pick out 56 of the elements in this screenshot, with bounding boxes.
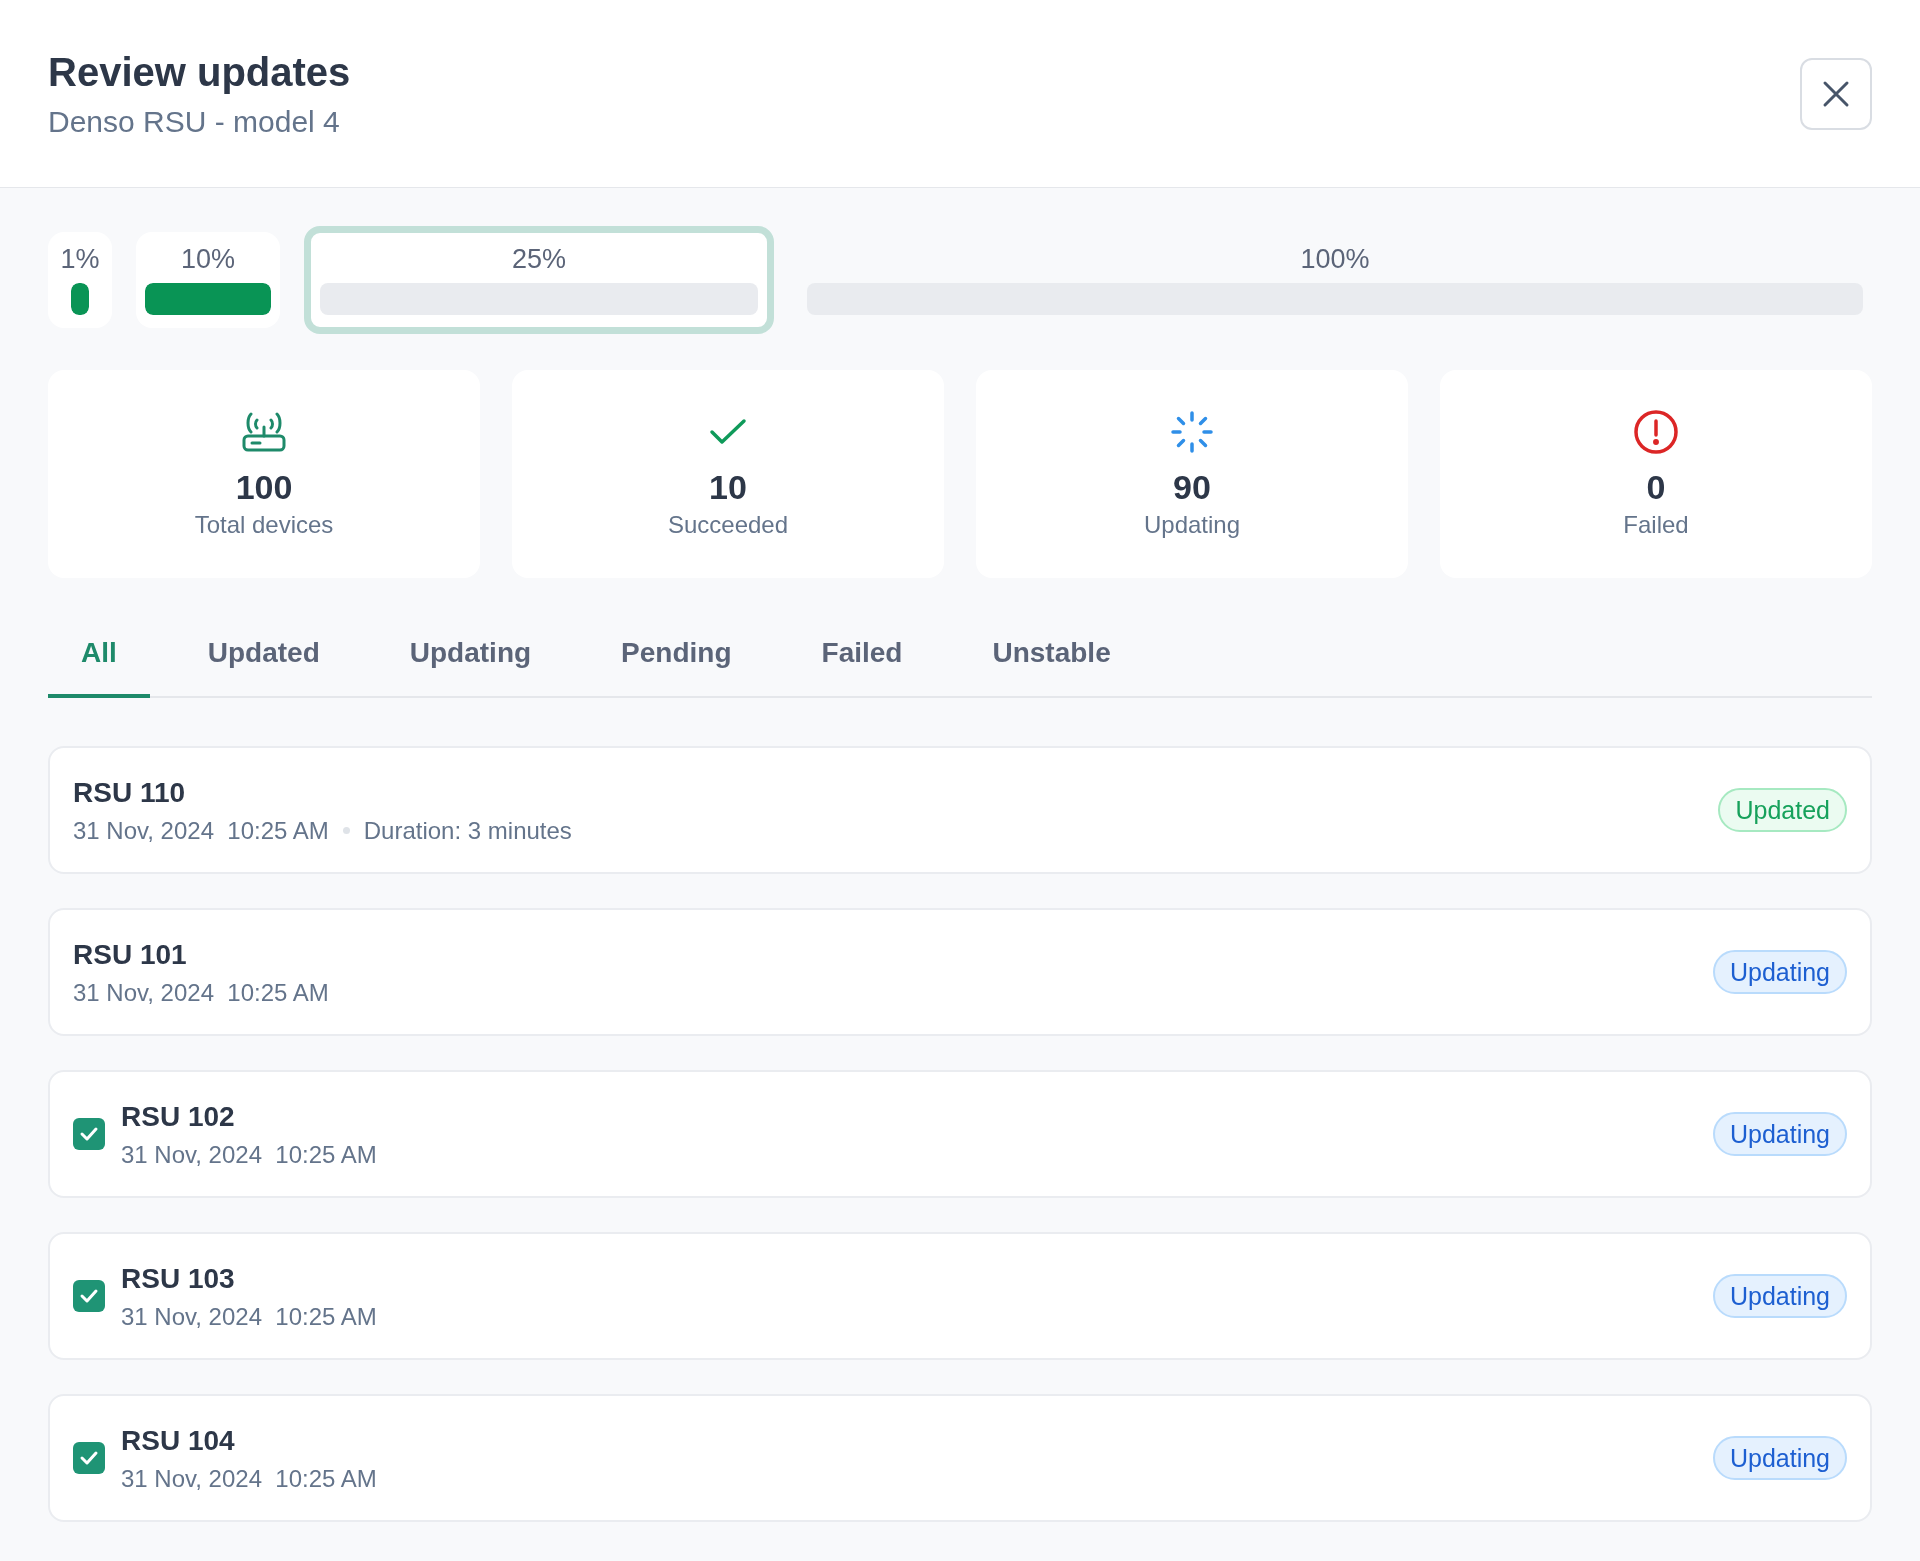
device-name: RSU 102: [121, 1099, 236, 1134]
tab[interactable]: Updating: [375, 608, 566, 698]
stage-card[interactable]: 25%: [304, 226, 774, 334]
device-row[interactable]: RSU 101 31 Nov, 2024 10:25 AM Updating: [48, 908, 1872, 1036]
status-badge: Updating: [1712, 1112, 1847, 1156]
checkbox[interactable]: [73, 1118, 105, 1150]
stage-label: 25%: [511, 245, 566, 273]
tab[interactable]: Failed: [787, 608, 937, 698]
stage-label: 100%: [1300, 245, 1370, 273]
tab[interactable]: Pending: [587, 608, 766, 698]
stage-card[interactable]: 10%: [136, 232, 280, 328]
device-name: RSU 110: [73, 775, 187, 810]
checkmark-icon: [79, 1126, 99, 1142]
stage-card[interactable]: 1%: [48, 232, 112, 328]
dialog-title: Review updates: [48, 48, 351, 96]
device-name: RSU 103: [121, 1261, 236, 1296]
checkbox[interactable]: [73, 1442, 105, 1474]
status-badge: Updating: [1712, 1274, 1847, 1318]
device-timestamp: 31 Nov, 2024 10:25 AM: [121, 1463, 377, 1494]
tab[interactable]: Unstable: [958, 608, 1145, 698]
stat-value: 10: [709, 466, 747, 508]
device-timestamp: 31 Nov, 2024 10:25 AM: [73, 815, 329, 846]
device-name: RSU 101: [73, 937, 188, 972]
stat-value: 90: [1173, 466, 1211, 508]
device-timestamp: 31 Nov, 2024 10:25 AM: [73, 977, 329, 1008]
checkmark-icon: [79, 1450, 99, 1466]
stat-value: 100: [235, 466, 293, 508]
device-timestamp: 31 Nov, 2024 10:25 AM: [121, 1301, 377, 1332]
device-row[interactable]: RSU 102 31 Nov, 2024 10:25 AM Updating: [48, 1070, 1872, 1198]
device-row[interactable]: RSU 110 31 Nov, 2024 10:25 AM Duration: 3 minutes Updated: [48, 746, 1872, 874]
device-row[interactable]: RSU 104 31 Nov, 2024 10:25 AM Updating: [48, 1394, 1872, 1522]
status-badge: Updated: [1718, 788, 1847, 832]
tab[interactable]: All: [48, 608, 150, 698]
stage-card[interactable]: 100%: [798, 232, 1872, 328]
close-icon: [1822, 79, 1850, 108]
alert-icon: [1633, 408, 1679, 455]
checkbox[interactable]: [73, 1280, 105, 1312]
tab[interactable]: Updated: [173, 608, 354, 698]
stat-label: Failed: [1623, 510, 1689, 541]
checkmark-icon: [79, 1288, 99, 1304]
stat-label: Updating: [1143, 510, 1241, 541]
device-duration: Duration: 3 minutes: [363, 815, 572, 846]
checkmark-icon: [708, 416, 748, 447]
stat-value: 0: [1646, 466, 1666, 508]
device-name: RSU 104: [121, 1423, 236, 1458]
status-badge: Updating: [1712, 950, 1847, 994]
status-badge: Updating: [1712, 1436, 1847, 1480]
stat-label: Succeeded: [667, 510, 789, 541]
stage-label: 1%: [60, 245, 100, 273]
close-button[interactable]: [1800, 57, 1872, 130]
spinner-icon: [1170, 409, 1214, 454]
device-row[interactable]: RSU 103 31 Nov, 2024 10:25 AM Updating: [48, 1232, 1872, 1360]
stage-label: 10%: [180, 245, 235, 273]
stat-label: Total devices: [194, 510, 334, 541]
device-timestamp: 31 Nov, 2024 10:25 AM: [121, 1139, 377, 1170]
dialog-subtitle: Denso RSU - model 4: [48, 103, 341, 140]
